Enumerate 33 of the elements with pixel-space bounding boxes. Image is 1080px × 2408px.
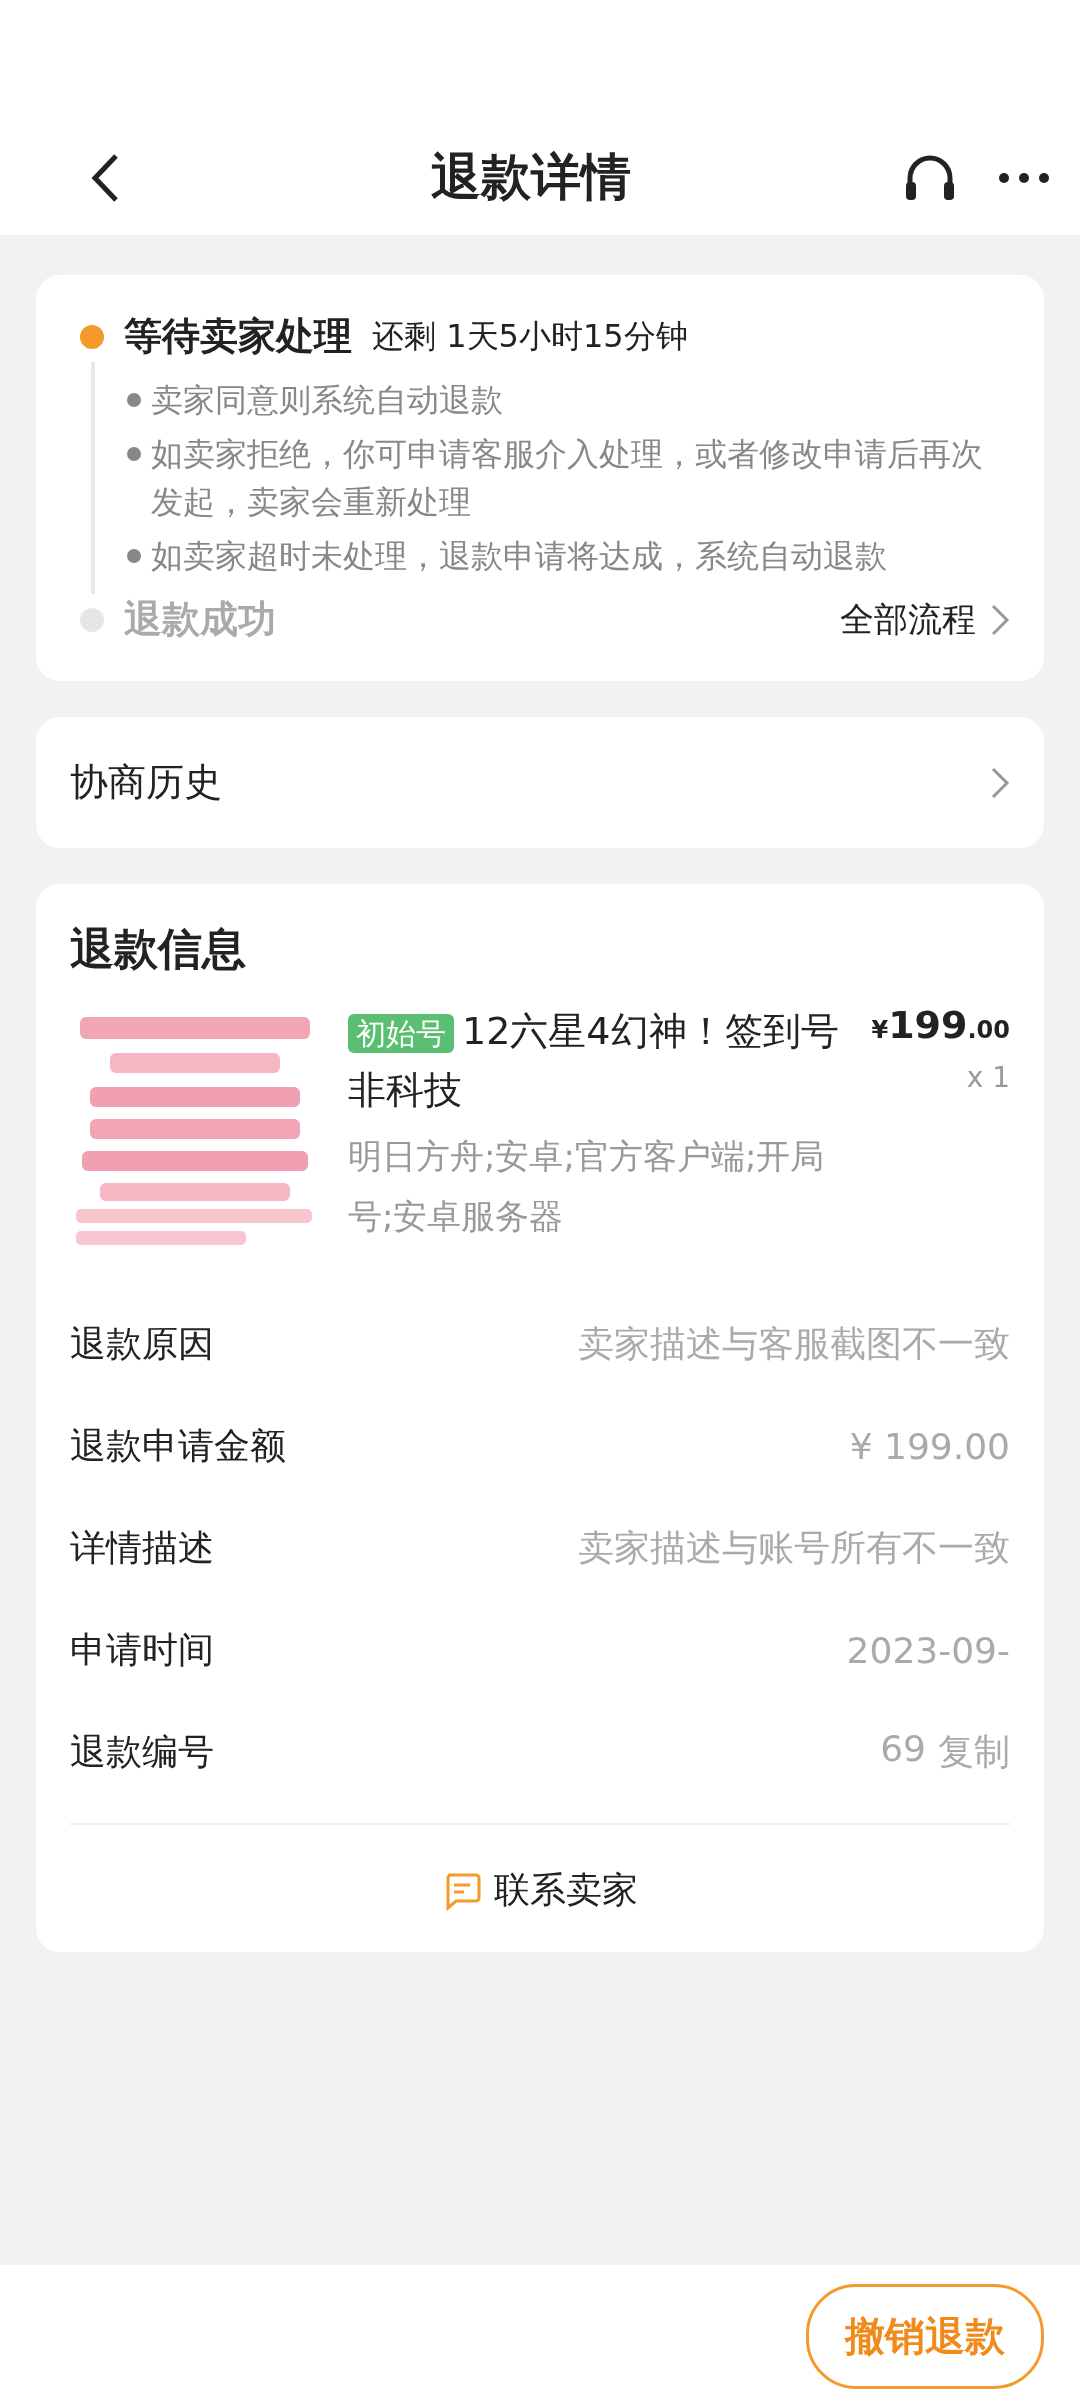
chevron-icon bbox=[990, 602, 1010, 637]
row-label: 退款申请金额 bbox=[70, 1423, 286, 1468]
row-value: ¥ 199.00 bbox=[849, 1425, 1010, 1467]
row-value: 2023-09- bbox=[846, 1629, 1010, 1671]
note-text: 卖家同意则系统自动退款 bbox=[151, 380, 503, 421]
note-text: 如卖家超时未处理，退款申请将达成，系统自动退款 bbox=[151, 536, 887, 577]
page-title: 退款详情 bbox=[430, 147, 632, 208]
section-title: 退款信息 bbox=[70, 922, 247, 976]
row-value: 69 bbox=[880, 1727, 926, 1771]
row-label: 退款编号 bbox=[70, 1729, 214, 1774]
more-icon[interactable] bbox=[998, 171, 1050, 184]
quantity-text: x 1 bbox=[966, 1061, 1010, 1094]
contact-seller-button[interactable]: 联系卖家 bbox=[436, 1865, 644, 1916]
row-label: 详情描述 bbox=[70, 1525, 214, 1570]
row-label: 退款原因 bbox=[70, 1321, 214, 1366]
all-steps-link[interactable]: 全部流程 bbox=[840, 596, 1010, 643]
product-name: 初始号 12六星4幻神！签到号非科技 bbox=[348, 1008, 840, 1114]
row-value: 卖家描述与客服截图不一致 bbox=[578, 1321, 1010, 1366]
countdown-text: 还剩 1天5小时15分钟 bbox=[372, 315, 688, 357]
product-specs: 明日方舟;安卓;官方客户端;开局号;安卓服务器 bbox=[348, 1135, 826, 1238]
row-label: 申请时间 bbox=[70, 1627, 214, 1672]
status-title: 等待卖家处理 bbox=[124, 313, 352, 360]
product-price: ¥199.00 bbox=[871, 1003, 1010, 1047]
chevron-icon bbox=[990, 765, 1010, 800]
row-value: 卖家描述与账号所有不一致 bbox=[578, 1525, 1010, 1570]
bullet-icon bbox=[127, 549, 141, 563]
bullet-icon bbox=[127, 447, 141, 461]
history-row[interactable]: 协商历史 bbox=[36, 717, 1044, 848]
step-dot bbox=[80, 607, 104, 632]
step-dot bbox=[80, 324, 104, 349]
bullet-icon bbox=[127, 393, 141, 407]
note-text: 如卖家拒绝，你可申请客服介入处理，或者修改申请后再次发起，卖家会重新处理 bbox=[151, 434, 984, 523]
step-title: 退款成功 bbox=[124, 596, 277, 643]
